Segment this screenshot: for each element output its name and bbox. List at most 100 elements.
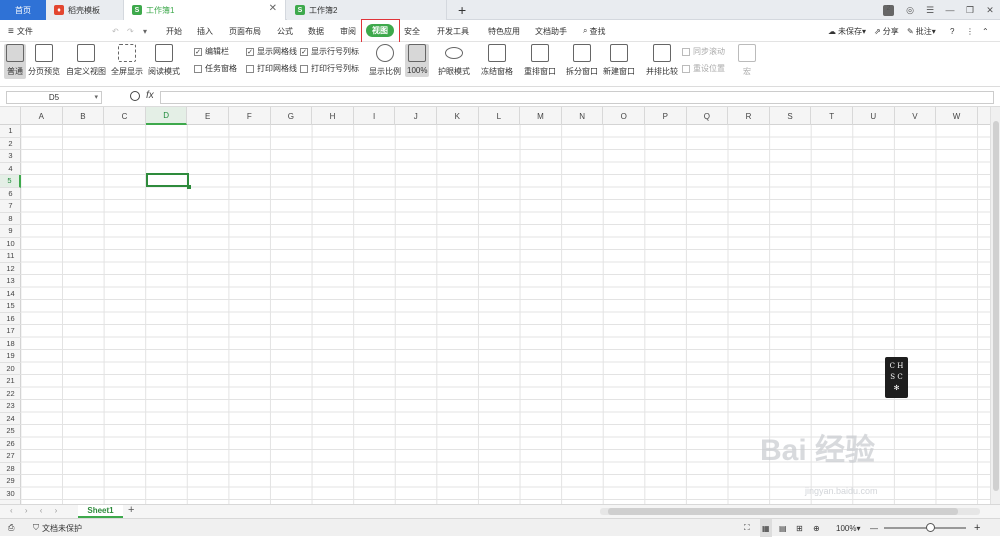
column-header[interactable]: M [520, 107, 562, 125]
menu-special[interactable]: 特色应用 [488, 20, 520, 42]
row-header[interactable]: 5 [0, 175, 21, 188]
custom-view-button[interactable]: 自定义视图 [66, 44, 106, 77]
restore-icon[interactable]: ❐ [960, 5, 980, 16]
column-header[interactable]: D [145, 107, 188, 125]
comment-button[interactable]: ✎ 批注 ▾ [907, 20, 936, 42]
menu-start[interactable]: 开始 [166, 20, 182, 42]
help-icon[interactable]: ? [950, 20, 954, 42]
row-header[interactable]: 2 [0, 138, 21, 150]
row-header[interactable]: 25 [0, 425, 21, 438]
row-header[interactable]: 7 [0, 200, 21, 213]
check-formula-bar[interactable]: ✓ 编辑栏 [194, 46, 229, 57]
sheet-tab-sheet1[interactable]: Sheet1 [78, 505, 123, 518]
chevron-down-icon[interactable]: ▾ [143, 20, 147, 42]
collapse-ribbon-icon[interactable]: ⌃ [982, 20, 989, 42]
ime-toolbar[interactable]: C H S C ✻ [885, 357, 908, 398]
horizontal-scrollbar[interactable] [600, 508, 980, 515]
row-header[interactable]: 19 [0, 350, 21, 363]
chevron-down-icon[interactable]: ▾ [94, 92, 98, 103]
zoom-out-button[interactable]: — [870, 519, 878, 537]
arrange-windows-button[interactable]: 重排窗口 [524, 44, 556, 77]
column-header[interactable]: G [271, 107, 313, 125]
formula-input[interactable] [160, 91, 994, 104]
zoom-slider-knob[interactable] [926, 523, 935, 532]
add-sheet-button[interactable]: + [128, 504, 134, 516]
row-header[interactable]: 28 [0, 463, 21, 475]
menu-developer[interactable]: 开发工具 [437, 20, 469, 42]
undo-icon[interactable]: ↶ [112, 20, 119, 42]
vertical-scroll-thumb[interactable] [993, 121, 999, 491]
window-count-badge[interactable]: 2 [883, 4, 894, 16]
row-header[interactable]: 27 [0, 450, 21, 463]
eye-protection-button[interactable]: 护眼模式 [438, 44, 470, 77]
column-header[interactable]: W [936, 107, 978, 125]
fx-icon[interactable]: fx [146, 90, 154, 101]
column-header[interactable]: L [479, 107, 521, 125]
page-break-view-icon[interactable]: ⊞ [796, 519, 803, 537]
checkbox[interactable] [194, 64, 202, 73]
status-icon[interactable]: ⎙ [8, 519, 14, 537]
row-header[interactable]: 18 [0, 338, 21, 350]
check-print-gridlines[interactable]: 打印网格线 [246, 63, 297, 74]
row-header[interactable]: 1 [0, 125, 21, 138]
row-header[interactable]: 29 [0, 475, 21, 488]
share-button[interactable]: ⇗ 分享 [874, 20, 899, 42]
row-header[interactable]: 9 [0, 225, 21, 238]
row-header[interactable]: 12 [0, 263, 21, 275]
check-show-headers[interactable]: ✓ 显示行号列标 [300, 46, 359, 57]
menu-review[interactable]: 审阅 [340, 20, 356, 42]
zoom-level[interactable]: 100% ▾ [836, 519, 860, 537]
checkbox[interactable]: ✓ [194, 47, 202, 56]
zoom-slider[interactable] [884, 523, 966, 532]
menu-search[interactable]: ⌕ 查找 [583, 20, 605, 42]
zoom-ratio-button[interactable]: 显示比例 [369, 44, 401, 77]
row-header[interactable]: 10 [0, 238, 21, 250]
reading-view-icon[interactable]: ⊕ [813, 519, 820, 537]
row-header[interactable]: 16 [0, 313, 21, 325]
close-window-icon[interactable]: ✕ [980, 5, 1000, 16]
tab-workbook1[interactable]: S 工作簿1 ✕ [124, 0, 286, 20]
minimize-icon[interactable]: — [940, 5, 960, 15]
row-header[interactable]: 21 [0, 375, 21, 388]
row-header[interactable]: 26 [0, 438, 21, 450]
row-header[interactable]: 4 [0, 163, 21, 175]
sync-scroll-button[interactable]: 同步滚动 [682, 46, 725, 57]
column-header[interactable]: N [562, 107, 604, 125]
column-header[interactable]: T [811, 107, 853, 125]
column-header[interactable]: U [853, 107, 895, 125]
side-by-side-button[interactable]: 并排比较 [646, 44, 678, 77]
menu-page-layout[interactable]: 页面布局 [229, 20, 261, 42]
normal-view-icon[interactable]: ▦ [760, 519, 772, 537]
column-header[interactable]: E [187, 107, 229, 125]
macro-button[interactable]: 宏 [738, 44, 756, 77]
column-header[interactable]: S [770, 107, 812, 125]
horizontal-scroll-thumb[interactable] [608, 508, 958, 515]
column-header[interactable]: I [354, 107, 396, 125]
page-layout-icon[interactable]: ▤ [779, 519, 787, 537]
column-header[interactable]: F [229, 107, 271, 125]
page-break-preview-button[interactable]: 分页预览 [28, 44, 60, 77]
checkbox[interactable] [300, 64, 308, 73]
menu-formula[interactable]: 公式 [277, 20, 293, 42]
row-header[interactable]: 30 [0, 488, 21, 500]
zoom-lookup-icon[interactable] [130, 91, 140, 101]
tab-home[interactable]: 首页 [0, 0, 46, 20]
row-header[interactable]: 17 [0, 325, 21, 338]
reading-mode-button[interactable]: 阅读模式 [148, 44, 180, 77]
column-header[interactable]: C [104, 107, 146, 125]
check-task-pane[interactable]: 任务窗格 [194, 63, 237, 74]
row-header[interactable]: 15 [0, 300, 21, 313]
checkbox[interactable]: ✓ [246, 47, 254, 56]
row-header[interactable]: 20 [0, 363, 21, 375]
name-box[interactable]: D5 ▾ [6, 91, 102, 104]
redo-icon[interactable]: ↷ [127, 20, 134, 42]
row-header[interactable]: 11 [0, 250, 21, 263]
check-print-headers[interactable]: 打印行号列标 [300, 63, 359, 74]
new-tab-button[interactable]: + [458, 2, 466, 18]
selected-cell-d5[interactable] [146, 173, 191, 189]
select-all-corner[interactable] [0, 107, 21, 125]
column-header[interactable]: Q [687, 107, 729, 125]
menu-security[interactable]: 安全 [404, 20, 420, 42]
menu-icon[interactable]: ☰ [920, 5, 940, 16]
unsaved-button[interactable]: ☁ 未保存 ▾ [828, 20, 866, 42]
